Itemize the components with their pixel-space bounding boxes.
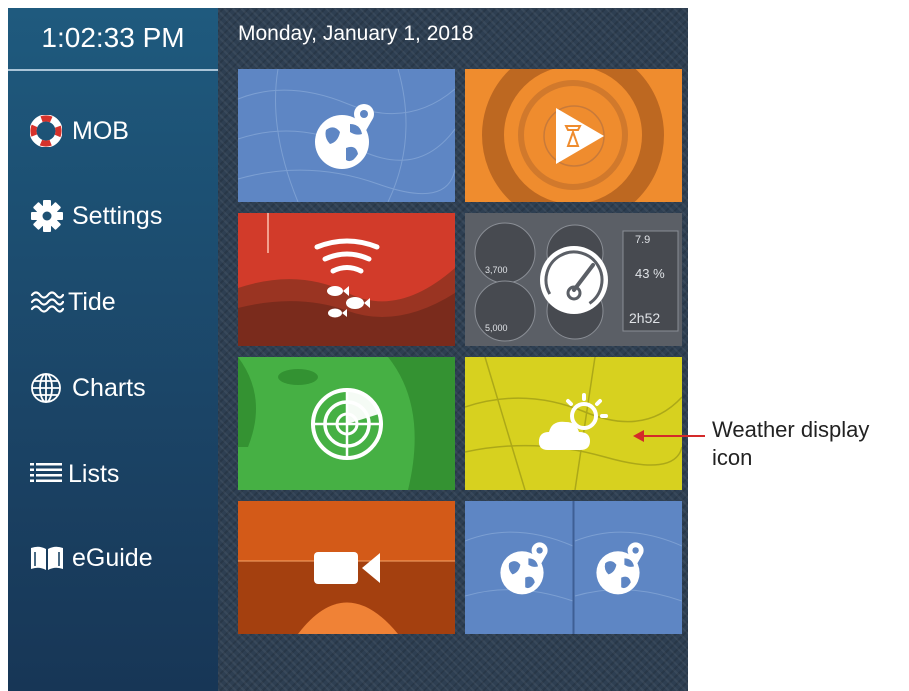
video-camera-icon — [313, 551, 380, 584]
play-transducer-icon — [542, 104, 605, 167]
globe-pin-icon — [595, 541, 644, 594]
tile-weather[interactable] — [465, 357, 682, 490]
sidebar-item-lists[interactable]: Lists — [30, 454, 119, 494]
date-display: Monday, January 1, 2018 — [238, 22, 474, 45]
book-icon — [30, 541, 72, 575]
globe-pin-icon — [499, 541, 548, 594]
sidebar-item-label: Charts — [72, 373, 146, 402]
radar-icon — [310, 387, 383, 460]
weather-icon — [538, 392, 608, 450]
svg-text:7.9: 7.9 — [635, 234, 650, 246]
tile-sonar-plotter[interactable] — [465, 69, 682, 202]
svg-text:3,700: 3,700 — [485, 265, 508, 275]
svg-text:2h52: 2h52 — [629, 310, 660, 326]
svg-text:5,000: 5,000 — [485, 323, 508, 333]
tile-fish-finder[interactable] — [238, 213, 455, 346]
gear-icon — [30, 199, 72, 233]
waves-icon — [30, 285, 68, 319]
svg-text:43 %: 43 % — [635, 266, 665, 281]
callout-label: Weather display icon — [712, 417, 870, 470]
sidebar-item-label: eGuide — [72, 543, 153, 572]
sidebar-item-charts[interactable]: Charts — [30, 368, 146, 408]
sidebar-item-tide[interactable]: Tide — [30, 282, 116, 322]
tile-instruments[interactable]: 7.9 43 % 2h52 3,700 5,000 — [465, 213, 682, 346]
sidebar-item-label: Tide — [68, 287, 116, 316]
sidebar-item-label: Settings — [72, 201, 163, 230]
life-ring-icon — [30, 114, 72, 148]
list-icon — [30, 457, 68, 491]
sidebar-item-label: Lists — [68, 459, 120, 488]
tile-chart[interactable] — [238, 69, 455, 202]
tile-dual-chart[interactable] — [465, 501, 682, 634]
sonar-fish-icon — [314, 238, 379, 317]
sidebar-item-settings[interactable]: Settings — [30, 196, 162, 236]
globe-pin-icon — [314, 103, 374, 169]
home-panel: Monday, January 1, 2018 7.9 43 % 2h52 3,… — [218, 8, 688, 691]
sidebar-item-eguide[interactable]: eGuide — [30, 538, 153, 578]
clock-divider — [8, 69, 218, 71]
globe-icon — [30, 371, 72, 405]
mfd-screen: 1:02:33 PM MOB Settings Tide Charts List… — [8, 8, 688, 691]
sidebar: 1:02:33 PM MOB Settings Tide Charts List… — [8, 8, 218, 691]
callout-line — [640, 435, 705, 437]
tile-camera[interactable] — [238, 501, 455, 634]
tile-radar[interactable] — [238, 357, 455, 490]
sidebar-item-label: MOB — [72, 116, 129, 145]
gauge-icon — [539, 245, 608, 314]
sidebar-item-mob[interactable]: MOB — [30, 111, 129, 151]
clock: 1:02:33 PM — [41, 22, 185, 53]
